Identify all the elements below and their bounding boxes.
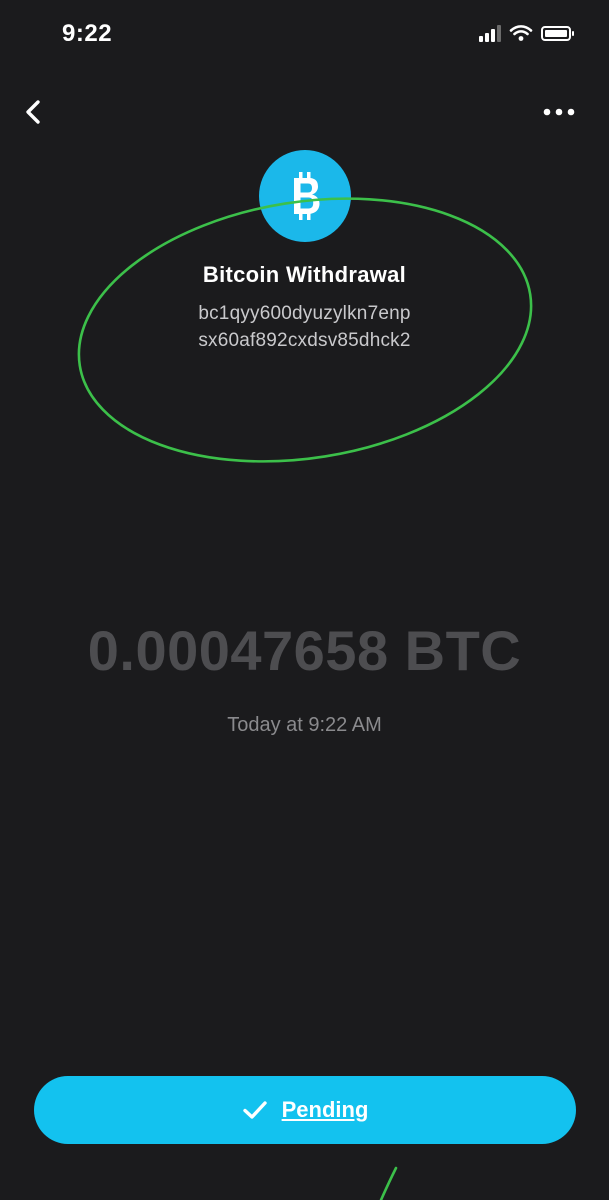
wifi-icon [509,25,533,41]
checkmark-icon [242,1101,267,1119]
battery-icon [541,25,574,41]
more-horizontal-icon [543,108,575,116]
transaction-date: Today at 9:22 AM [227,714,382,736]
wallet-address-line-2: sx60af892cxdsv85dhck2 [198,330,411,351]
bitcoin-avatar [259,150,351,242]
chevron-left-icon [26,100,40,124]
transaction-title: Bitcoin Withdrawal [202,262,407,287]
wallet-address: bc1qyy600dyuzylkn7enp sx60af892cxdsv85dh… [0,300,609,354]
wallet-address-line-1: bc1qyy600dyuzylkn7enp [198,303,411,324]
transaction-amount: 0.00047658 BTC [87,619,522,682]
more-options-button[interactable] [541,100,581,124]
status-time: 9:22 [62,20,113,47]
back-button[interactable] [18,95,52,129]
pending-status-button[interactable]: Pending [34,1076,576,1144]
bitcoin-icon [294,172,320,220]
status-icons [479,24,574,42]
pending-label[interactable]: Pending [282,1097,369,1123]
cellular-signal-icon [479,24,501,42]
status-bar: 9:22 [0,0,609,70]
annotation-stroke [379,1166,398,1200]
